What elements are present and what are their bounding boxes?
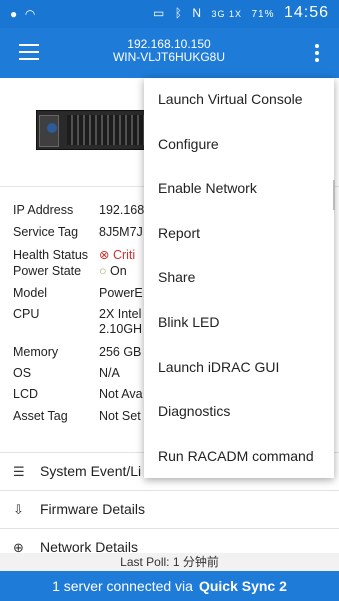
scrollbar[interactable] bbox=[333, 180, 335, 210]
detail-label: Model bbox=[13, 286, 48, 300]
detail-value: Not Ava bbox=[99, 387, 143, 401]
detail-row: 2.10GH bbox=[13, 322, 142, 336]
detail-label: Power State bbox=[13, 264, 82, 278]
overflow-menu-icon[interactable] bbox=[315, 44, 319, 65]
wifi-icon: ◠ bbox=[24, 7, 36, 21]
server-hostname: WIN-VLJT6HUKG8U bbox=[112, 50, 225, 64]
detail-value: 8J5M7J bbox=[99, 225, 143, 239]
menu-item-enable-network[interactable]: Enable Network bbox=[158, 180, 257, 196]
menu-item-launch-idrac-gui[interactable]: Launch iDRAC GUI bbox=[158, 359, 279, 375]
list-item-network-details[interactable]: ⊕ Network Details bbox=[0, 528, 339, 554]
status-icons: ● ◠ bbox=[10, 6, 39, 21]
menu-item-share[interactable]: Share bbox=[158, 269, 195, 285]
server-title: 192.168.10.150 WIN-VLJT6HUKG8U bbox=[64, 38, 274, 64]
list-item-label: Firmware Details bbox=[40, 501, 146, 517]
menu-item-run-racadm-command[interactable]: Run RACADM command bbox=[158, 448, 314, 464]
detail-label: IP Address bbox=[13, 203, 74, 217]
detail-row: Power State ○ On bbox=[13, 264, 127, 278]
menu-item-configure[interactable]: Configure bbox=[158, 136, 219, 152]
overflow-menu: Launch Virtual Console Configure Enable … bbox=[144, 78, 334, 478]
detail-row: Health Status ⊗ Criti bbox=[13, 247, 135, 262]
detail-label: LCD bbox=[13, 387, 39, 401]
detail-value: 192.168 bbox=[99, 203, 145, 217]
list-item-label: Network Details bbox=[40, 539, 139, 554]
detail-row: LCD Not Ava bbox=[13, 387, 143, 401]
health-status-value: ⊗ Criti bbox=[99, 248, 136, 262]
nfc-icon: N bbox=[192, 6, 203, 20]
detail-row: OS N/A bbox=[13, 366, 120, 380]
detail-value: 2X Intel bbox=[99, 307, 142, 321]
hamburger-menu-icon[interactable] bbox=[19, 44, 39, 60]
last-poll-text: Last Poll: 1 分钟前 bbox=[0, 553, 339, 571]
connection-banner: 1 server connected via Quick Sync 2 bbox=[0, 571, 339, 601]
menu-item-report[interactable]: Report bbox=[158, 225, 200, 241]
detail-row: IP Address 192.168 bbox=[13, 203, 144, 217]
detail-value: 2.10GH bbox=[99, 322, 143, 336]
detail-label: Memory bbox=[13, 345, 59, 359]
connection-method: Quick Sync 2 bbox=[198, 578, 287, 594]
detail-label: OS bbox=[13, 366, 32, 380]
menu-item-blink-led[interactable]: Blink LED bbox=[158, 314, 219, 330]
power-state-icon: ○ bbox=[99, 264, 107, 278]
cast-icon: ▭ bbox=[152, 6, 166, 20]
battery-text: 71% bbox=[251, 9, 275, 20]
detail-value: PowerE bbox=[99, 286, 143, 300]
menu-item-launch-virtual-console[interactable]: Launch Virtual Console bbox=[158, 91, 303, 107]
detail-value: Not Set bbox=[99, 409, 141, 423]
app-bar: 192.168.10.150 WIN-VLJT6HUKG8U bbox=[0, 28, 339, 78]
detail-value: 256 GB bbox=[99, 345, 142, 359]
detail-row: CPU 2X Intel bbox=[13, 307, 141, 321]
bluetooth-icon: ᛒ bbox=[174, 6, 183, 20]
power-state-value: ○ On bbox=[99, 264, 127, 278]
signal-text: 3G 1X bbox=[211, 9, 243, 19]
network-icon: ⊕ bbox=[13, 540, 24, 554]
event-log-icon: ☰ bbox=[13, 464, 25, 479]
status-right: ▭ ᛒ N 3G 1X 71% 14:56 bbox=[153, 4, 329, 22]
detail-value: N/A bbox=[99, 366, 120, 380]
notification-dot-icon: ● bbox=[10, 7, 18, 21]
detail-row: Memory 256 GB bbox=[13, 345, 141, 359]
connection-prefix: 1 server connected via bbox=[52, 578, 193, 594]
detail-row: Model PowerE bbox=[13, 286, 143, 300]
list-item-firmware-details[interactable]: ⇩ Firmware Details bbox=[0, 490, 339, 528]
detail-row: Asset Tag Not Set bbox=[13, 409, 141, 423]
list-item-label: System Event/Li bbox=[40, 463, 142, 479]
server-logo-icon bbox=[47, 123, 57, 133]
menu-item-diagnostics[interactable]: Diagnostics bbox=[158, 403, 230, 419]
detail-label: CPU bbox=[13, 307, 40, 321]
detail-label: Health Status bbox=[13, 248, 89, 262]
clock-time: 14:56 bbox=[283, 4, 329, 21]
detail-label: Service Tag bbox=[13, 225, 79, 239]
firmware-icon: ⇩ bbox=[13, 502, 24, 517]
detail-row: Service Tag 8J5M7J bbox=[13, 225, 143, 239]
detail-label: Asset Tag bbox=[13, 409, 68, 423]
status-bar: ● ◠ ▭ ᛒ N 3G 1X 71% 14:56 bbox=[0, 0, 339, 28]
